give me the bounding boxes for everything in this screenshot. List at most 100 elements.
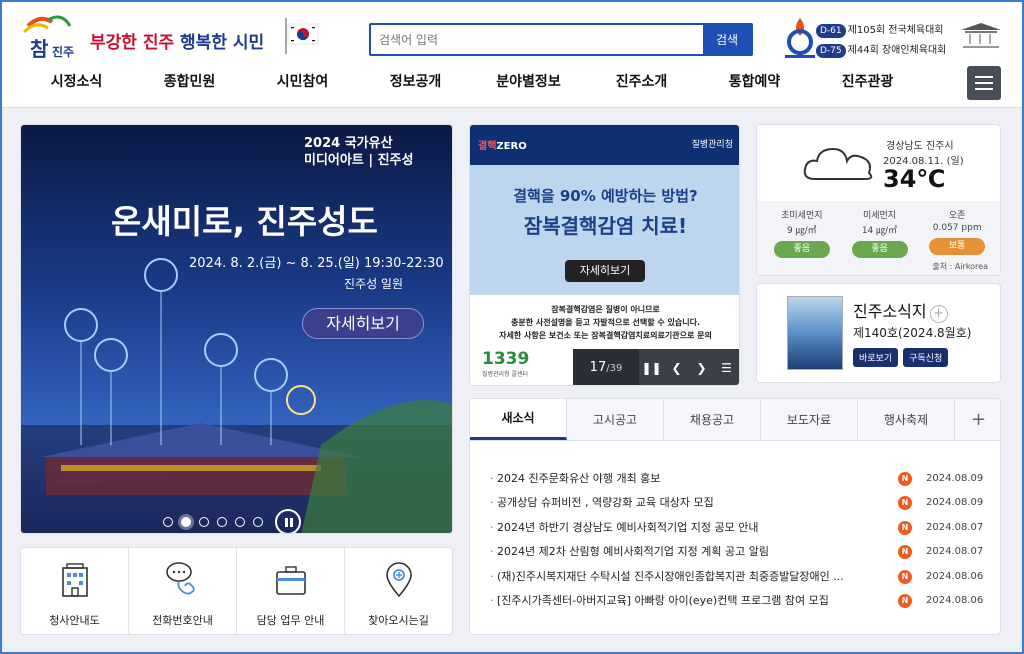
new-badge: N (898, 545, 912, 560)
jinju-logo-icon[interactable]: 참 진주 (18, 12, 80, 62)
briefcase-icon (275, 566, 306, 595)
pause-icon[interactable]: ❚❚ (639, 361, 664, 375)
air-item-pm25: 초미세먼지 9 ㎍/㎥ 좋음 (763, 201, 841, 275)
banner-description: 잠복결핵감염은 질병이 아니므로 충분한 사전설명을 듣고 자발적으로 선택할 … (499, 305, 712, 340)
weather-location: 경상남도 진주시 (886, 141, 954, 152)
slide-dot[interactable] (235, 517, 245, 527)
search-input[interactable] (371, 25, 703, 54)
notice-board: 새소식 고시공고 채용공고 보도자료 행사축제 + 2024 진주문화유산 야행… (469, 398, 1001, 635)
slide-dot[interactable] (163, 517, 173, 527)
hero-slider[interactable]: 2024 국가유산 미디어아트 | 진주성 온새미로, 진주성도 2024. 8… (20, 124, 453, 534)
status-badge: 좋음 (851, 241, 908, 258)
status-badge: 보통 (929, 238, 986, 255)
list-item[interactable]: 2024 진주문화유산 야행 개최 홍보N2024.08.09 (490, 467, 990, 491)
newsletter-widget: 진주소식지 + 제140호(2024.8월호) 바로보기 구독신청 (756, 283, 1001, 383)
list-item[interactable]: 2024년 하반기 경상남도 예비사회적기업 지정 공모 안내N2024.08.… (490, 516, 990, 540)
tab-notices[interactable]: 고시공고 (567, 399, 664, 440)
quick-directions[interactable]: 찾아오시는길 (345, 548, 452, 634)
new-badge: N (898, 520, 912, 535)
list-item[interactable]: 2024년 제2차 산림형 예비사회적기업 지정 계획 공고 알림N2024.0… (490, 540, 990, 564)
new-badge: N (898, 569, 912, 584)
weather-source: 출처 : Airkorea (932, 262, 988, 271)
newsletter-cover[interactable] (787, 296, 843, 370)
list-icon[interactable]: ☰ (714, 361, 739, 375)
hero-brand: 2024 국가유산 미디어아트 | 진주성 (304, 136, 414, 168)
nav-item[interactable]: 시민참여 (246, 66, 359, 98)
tab-jobs[interactable]: 채용공고 (664, 399, 761, 440)
slide-dot[interactable] (199, 517, 209, 527)
slide-dot[interactable] (253, 517, 263, 527)
list-item[interactable]: 공개상담 슈퍼비전 , 역량강화 교육 대상자 모집N2024.08.09 (490, 491, 990, 515)
newsletter-issue: 제140호(2024.8월호) (853, 326, 972, 340)
svg-text:진주: 진주 (52, 44, 74, 59)
dday-item[interactable]: D-61 제105회 전국체육대회 (816, 21, 946, 41)
air-item-pm10: 미세먼지 14 ㎍/㎥ 좋음 (841, 201, 919, 275)
status-badge: 좋음 (773, 241, 830, 258)
chevron-right-icon[interactable]: ❯ (689, 361, 714, 375)
search-button[interactable]: 검색 (703, 25, 751, 54)
list-item[interactable]: [진주시가족센터-아버지교육] 아빠랑 아이(eye)컨택 프로그램 참여 모집… (490, 589, 990, 613)
newsletter-buttons: 바로보기 구독신청 (853, 348, 949, 367)
nav-item[interactable]: 시정소식 (20, 66, 133, 98)
banner-controls: 17/39 ❚❚ ❮ ❯ ☰ (573, 349, 739, 385)
slogan: 부강한 진주 행복한 시민 (90, 28, 264, 53)
building-icon (61, 563, 88, 597)
slide-indicators (163, 509, 301, 533)
quick-building-guide[interactable]: 청사안내도 (21, 548, 129, 634)
main-nav: 시정소식 종합민원 시민참여 정보공개 분야별정보 진주소개 통합예약 진주관광 (0, 66, 1024, 98)
nav-item[interactable]: 진주관광 (811, 66, 924, 98)
gyeongnam-2024-logo-icon[interactable] (780, 14, 820, 60)
nav-item[interactable]: 통합예약 (698, 66, 811, 98)
dday-item[interactable]: D-75 제44회 장애인체육대회 (816, 41, 946, 61)
banner-campaign-b: ZERO (496, 141, 527, 152)
tb-banner[interactable]: 결핵ZERO 질병관리청 결핵을 90% 예방하는 방법? 잠복결핵감염 치료!… (469, 124, 740, 386)
nav-item[interactable]: 분야별정보 (472, 66, 585, 98)
slide-dot-active[interactable] (181, 517, 191, 527)
subscribe-button[interactable]: 구독신청 (903, 348, 949, 367)
new-badge: N (898, 472, 912, 486)
pause-icon[interactable] (275, 509, 301, 533)
plus-icon[interactable]: + (929, 305, 948, 323)
tab-events[interactable]: 행사축제 (858, 399, 955, 440)
svg-text:참: 참 (30, 37, 49, 61)
weather-temperature: 34℃ (883, 165, 946, 193)
quick-phone-guide[interactable]: 전화번호안내 (129, 548, 237, 634)
banner-headline2: 잠복결핵감염 치료! (523, 214, 688, 238)
tab-news[interactable]: 새소식 (470, 399, 567, 440)
dday-list[interactable]: D-61 제105회 전국체육대회 D-75 제44회 장애인체육대회 (816, 21, 946, 61)
site-header: 참 진주 부강한 진주 행복한 시민 검색 D-61제105회 전국체육대회 D… (0, 0, 1024, 108)
board-list: 2024 진주문화유산 야행 개최 홍보N2024.08.09 공개상담 슈퍼비… (490, 467, 990, 613)
quick-duty-guide[interactable]: 담당 업무 안내 (237, 548, 345, 634)
slogan-red: 부강한 진주 (90, 33, 175, 53)
kdca-label: 질병관리청 (691, 140, 733, 150)
korean-flag-icon (285, 18, 319, 54)
more-plus-icon[interactable]: + (955, 399, 1000, 440)
hero-title: 온새미로, 진주성도 (111, 202, 378, 241)
slogan-blue: 행복한 시민 (180, 33, 265, 53)
search-bar: 검색 (369, 23, 753, 56)
nav-item[interactable]: 진주소개 (585, 66, 698, 98)
heritage-logo-icon[interactable] (957, 20, 1005, 52)
banner-body: 결핵을 90% 예방하는 방법? 잠복결핵감염 치료! 자세히보기 (470, 165, 739, 295)
banner-top-bar: 결핵ZERO 질병관리청 (470, 125, 739, 165)
new-badge: N (898, 593, 912, 608)
hero-date: 2024. 8. 2.(금) ~ 8. 25.(일) 19:30-22:30 (189, 256, 444, 271)
banner-campaign-a: 결핵 (478, 141, 497, 152)
list-item[interactable]: (재)진주시복지재단 수탁시설 진주시장애인종합복지관 최중증발달장애인 ...… (490, 565, 990, 589)
hero-location: 진주성 일원 (344, 277, 404, 291)
menu-icon[interactable] (967, 66, 1001, 100)
cloud-icon (803, 147, 873, 180)
banner-detail-button[interactable]: 자세히보기 (565, 260, 645, 282)
tab-press[interactable]: 보도자료 (761, 399, 858, 440)
phone-chat-icon (165, 562, 195, 595)
hero-detail-button[interactable]: 자세히보기 (302, 308, 424, 339)
nav-item[interactable]: 정보공개 (359, 66, 472, 98)
nav-item[interactable]: 종합민원 (133, 66, 246, 98)
banner-counter: 17/39 (573, 349, 639, 385)
weather-widget: 경상남도 진주시 2024.08.11. (일) 34℃ 초미세먼지 9 ㎍/㎥… (756, 124, 1001, 276)
slide-dot[interactable] (217, 517, 227, 527)
chevron-left-icon[interactable]: ❮ (664, 361, 689, 375)
location-pin-icon (385, 562, 412, 598)
banner-headline1: 결핵을 90% 예방하는 방법? (513, 187, 698, 205)
view-button[interactable]: 바로보기 (853, 348, 899, 367)
